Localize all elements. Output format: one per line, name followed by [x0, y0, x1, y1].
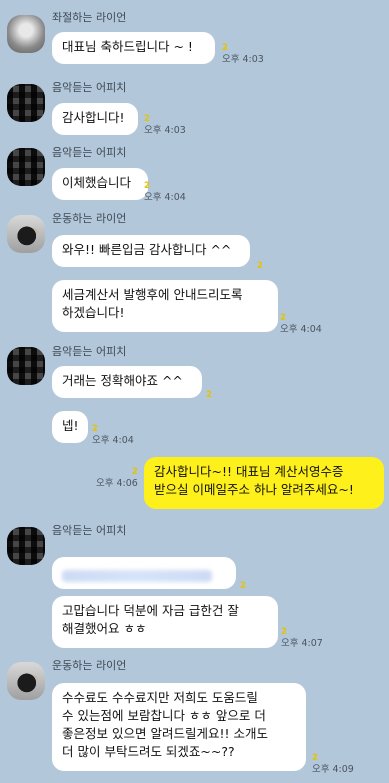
message-meta: 2 오후 4:04	[92, 423, 134, 447]
unread-count: 2	[222, 43, 228, 53]
message-bubble[interactable]: 고맙습니다 덕분에 자금 급한건 잘 해결했어요 ㅎㅎ	[52, 596, 278, 648]
message-bubble[interactable]: 수수료도 수수료지만 저희도 도움드릴 수 있는점에 보람찹니다 ㅎㅎ 앞으로 …	[52, 683, 306, 771]
message-time: 오후 4:07	[281, 638, 323, 649]
message-bubble[interactable]: 넵!	[52, 411, 88, 443]
avatar[interactable]	[7, 15, 45, 53]
avatar[interactable]	[7, 347, 45, 385]
avatar[interactable]	[7, 527, 45, 565]
unread-count: 2	[144, 114, 150, 124]
sender-name: 음악듣는 어피치	[52, 345, 127, 358]
message-time: 오후 4:06	[96, 478, 138, 489]
sender-name: 운동하는 라이언	[52, 659, 127, 672]
unread-count: 2	[206, 390, 212, 400]
unread-count: 2	[144, 181, 150, 191]
blurred-link[interactable]	[62, 569, 212, 582]
sender-name: 음악듣는 어피치	[52, 146, 127, 159]
message-meta: 2 오후 4:09	[312, 752, 354, 776]
link-message-bubble[interactable]	[52, 557, 236, 589]
my-message-bubble[interactable]: 감사합니다~!! 대표님 계산서영수증 받으실 이메일주소 하나 알려주세요~!	[144, 457, 384, 509]
message-time: 오후 4:03	[144, 125, 186, 136]
sender-name: 운동하는 라이언	[52, 212, 127, 225]
sender-name: 음악듣는 어피치	[52, 524, 127, 537]
unread-count: 2	[280, 313, 286, 323]
avatar[interactable]	[7, 84, 45, 122]
message-time: 오후 4:04	[144, 192, 186, 203]
unread-count: 2	[240, 581, 246, 591]
message-time: 오후 4:03	[222, 54, 264, 65]
message-meta: 2 오후 4:03	[222, 42, 264, 66]
message-meta: 2 오후 4:04	[144, 180, 186, 204]
avatar[interactable]	[7, 662, 45, 700]
message-time: 오후 4:04	[280, 324, 322, 335]
message-bubble[interactable]: 감사합니다!	[52, 103, 138, 135]
message-bubble[interactable]: 대표님 축하드립니다 ~ !	[52, 32, 215, 64]
avatar[interactable]	[7, 148, 45, 186]
message-bubble[interactable]: 이체했습니다	[52, 168, 148, 200]
unread-count: 2	[131, 467, 138, 477]
message-time: 오후 4:09	[312, 764, 354, 775]
message-bubble[interactable]: 와우!! 빠른입금 감사합니다 ^^	[52, 235, 250, 267]
sender-name: 음악듣는 어피치	[52, 81, 127, 94]
message-meta: 2 오후 4:07	[281, 626, 323, 650]
message-bubble[interactable]: 거래는 정확해야죠 ^^	[52, 366, 202, 398]
unread-count: 2	[257, 261, 263, 271]
message-meta: 2	[257, 260, 263, 272]
message-bubble[interactable]: 세금계산서 발행후에 안내드리도록 하겠습니다!	[52, 280, 278, 332]
avatar[interactable]	[7, 215, 45, 253]
message-time: 오후 4:04	[92, 435, 134, 446]
message-meta: 2	[206, 389, 212, 401]
message-meta: 2	[240, 580, 246, 592]
message-meta: 2 오후 4:06	[96, 466, 138, 490]
unread-count: 2	[312, 753, 318, 763]
unread-count: 2	[92, 424, 98, 434]
unread-count: 2	[281, 627, 287, 637]
message-meta: 2 오후 4:04	[280, 312, 322, 336]
sender-name: 좌절하는 라이언	[52, 11, 127, 24]
message-meta: 2 오후 4:03	[144, 113, 186, 137]
